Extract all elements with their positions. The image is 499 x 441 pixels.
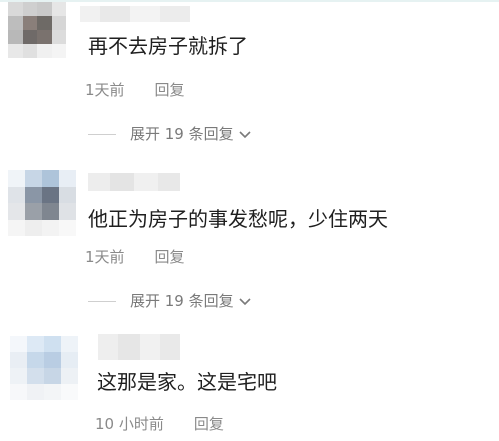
comment-text: 他正为房子的事发愁呢，少住两天 [88, 207, 388, 231]
reply-button[interactable]: 回复 [194, 415, 224, 433]
comment-text: 再不去房子就拆了 [88, 34, 248, 58]
comment-meta: 10 小时前 回复 [95, 414, 224, 434]
comment-meta: 1天前 回复 [85, 80, 185, 100]
reply-button[interactable]: 回复 [155, 81, 185, 99]
avatar[interactable] [8, 170, 76, 236]
expand-replies-button[interactable]: 展开 19 条回复 [88, 124, 252, 144]
reply-button[interactable]: 回复 [155, 248, 185, 266]
chevron-down-icon [239, 131, 251, 139]
avatar[interactable] [10, 336, 78, 400]
comment-time: 1天前 [85, 248, 125, 266]
comment-item: 再不去房子就拆了 1天前 回复 展开 19 条回复 [0, 0, 499, 150]
avatar[interactable] [8, 2, 66, 58]
username-blurred [80, 6, 190, 22]
comment-time: 10 小时前 [95, 415, 164, 433]
comment-text: 这那是家。这是宅吧 [97, 370, 277, 394]
expand-replies-label: 展开 19 条回复 [130, 125, 234, 143]
divider-dash [88, 300, 116, 302]
expand-replies-label: 展开 19 条回复 [130, 292, 234, 310]
divider-dash [88, 133, 116, 135]
comment-meta: 1天前 回复 [85, 247, 185, 267]
comment-item: 这那是家。这是宅吧 10 小时前 回复 [0, 330, 499, 441]
chevron-down-icon [239, 298, 251, 306]
comment-item: 他正为房子的事发愁呢，少住两天 1天前 回复 展开 19 条回复 [0, 165, 499, 315]
username-blurred [88, 173, 180, 191]
username-blurred [98, 334, 180, 360]
comment-thread: 再不去房子就拆了 1天前 回复 展开 19 条回复 他正为房子的事发愁呢，少住两天… [0, 0, 499, 441]
expand-replies-button[interactable]: 展开 19 条回复 [88, 291, 252, 311]
comment-time: 1天前 [85, 81, 125, 99]
